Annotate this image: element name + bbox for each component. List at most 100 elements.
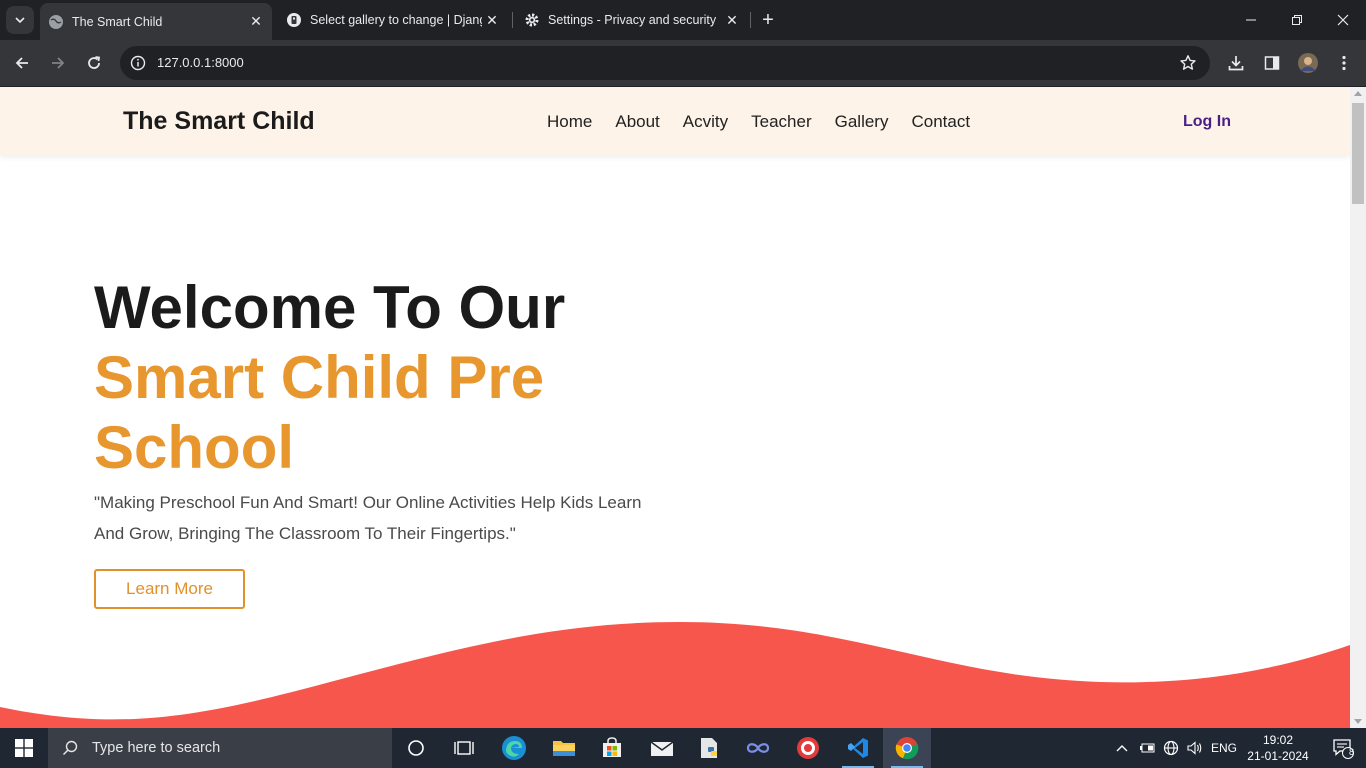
volume-tray[interactable] xyxy=(1184,728,1206,768)
taskbar-notepad-python[interactable] xyxy=(686,728,734,768)
tab-search-button[interactable] xyxy=(6,6,34,34)
site-brand[interactable]: The Smart Child xyxy=(123,107,315,136)
hero-paragraph: "Making Preschool Fun And Smart! Our Onl… xyxy=(94,493,642,543)
taskbar-vscode[interactable] xyxy=(834,728,882,768)
battery-icon xyxy=(1140,743,1155,753)
kebab-menu-icon xyxy=(1342,55,1346,71)
nav-activity[interactable]: Acvity xyxy=(683,112,728,132)
nav-gallery[interactable]: Gallery xyxy=(835,112,889,132)
side-panel-button[interactable] xyxy=(1258,49,1286,77)
chevron-down-icon xyxy=(15,17,25,24)
red-app-icon xyxy=(797,737,819,759)
chrome-icon xyxy=(895,737,919,760)
tab-separator xyxy=(512,12,513,28)
taskbar-chrome[interactable] xyxy=(883,728,931,768)
close-window-button[interactable] xyxy=(1320,0,1366,40)
vscode-icon xyxy=(848,738,868,758)
taskbar-mail[interactable] xyxy=(638,728,686,768)
close-icon[interactable]: ✕ xyxy=(722,10,742,30)
search-icon xyxy=(62,740,78,756)
clock[interactable]: 19:02 21-01-2024 xyxy=(1240,732,1316,764)
globe-icon xyxy=(1163,740,1179,756)
windows-logo-icon xyxy=(15,739,33,757)
windows-taskbar: Type here to search ENG 19:02 21-01-2024… xyxy=(0,728,1366,768)
clock-time: 19:02 xyxy=(1262,733,1294,747)
taskbar-edge[interactable] xyxy=(490,728,538,768)
minimize-button[interactable] xyxy=(1228,0,1274,40)
login-link[interactable]: Log In xyxy=(1183,113,1231,131)
url-text[interactable]: 127.0.0.1:8000 xyxy=(157,55,244,70)
taskbar-infinity-app[interactable] xyxy=(734,728,782,768)
task-view-button[interactable] xyxy=(440,728,488,768)
show-hidden-icons[interactable] xyxy=(1112,728,1132,768)
close-icon[interactable]: ✕ xyxy=(482,10,502,30)
notification-count: 8 xyxy=(1348,747,1354,757)
cortana-button[interactable] xyxy=(392,728,440,768)
reload-button[interactable] xyxy=(80,49,108,77)
language-indicator[interactable]: ENG xyxy=(1208,728,1240,768)
tab-title: Settings - Privacy and security xyxy=(548,13,717,27)
taskbar-search-box[interactable]: Type here to search xyxy=(48,728,392,768)
close-icon[interactable]: ✕ xyxy=(246,12,266,32)
globe-icon xyxy=(48,14,64,30)
page-viewport: The Smart Child Home About Acvity Teache… xyxy=(0,87,1366,728)
arrow-left-icon xyxy=(15,57,28,69)
back-button[interactable] xyxy=(8,49,36,77)
downloads-button[interactable] xyxy=(1222,49,1250,77)
scroll-up-arrow-icon[interactable] xyxy=(1354,91,1362,96)
store-icon xyxy=(603,737,621,757)
menu-button[interactable] xyxy=(1330,49,1358,77)
tab-settings[interactable]: Settings - Privacy and security ✕ xyxy=(516,0,748,40)
scroll-thumb[interactable] xyxy=(1352,103,1364,204)
clock-date: 21-01-2024 xyxy=(1247,749,1309,763)
chevron-up-icon xyxy=(1116,745,1128,752)
infinity-icon xyxy=(746,743,770,753)
taskbar-chrome-dev[interactable] xyxy=(784,728,832,768)
tab-title: Select gallery to change | Djang xyxy=(310,13,482,27)
nav-contact[interactable]: Contact xyxy=(911,112,970,132)
nav-teacher[interactable]: Teacher xyxy=(751,112,811,132)
forward-button[interactable] xyxy=(44,49,72,77)
restore-icon xyxy=(1292,15,1302,25)
profile-avatar[interactable] xyxy=(1294,49,1322,77)
tab-django-gallery[interactable]: Select gallery to change | Djang ✕ xyxy=(278,0,508,40)
bookmark-star-icon[interactable] xyxy=(1178,53,1198,73)
taskbar-search-placeholder: Type here to search xyxy=(92,740,221,756)
hero-subheading: Smart Child Pre School xyxy=(94,344,545,481)
hero-heading: Welcome To Our xyxy=(94,274,566,341)
notification-center[interactable]: 8 xyxy=(1320,728,1366,768)
folder-icon xyxy=(553,741,575,756)
learn-more-button[interactable]: Learn More xyxy=(94,569,245,609)
tab-title: The Smart Child xyxy=(72,14,163,29)
browser-toolbar: 127.0.0.1:8000 xyxy=(0,40,1366,86)
side-panel-icon xyxy=(1264,56,1280,70)
cortana-icon xyxy=(408,740,424,756)
task-view-icon xyxy=(454,741,474,755)
scroll-down-arrow-icon[interactable] xyxy=(1354,719,1362,724)
download-icon xyxy=(1228,56,1244,71)
edge-icon xyxy=(502,736,526,760)
python-file-icon xyxy=(701,738,717,758)
decorative-wave xyxy=(0,622,1350,728)
start-button[interactable] xyxy=(0,728,48,768)
address-bar[interactable]: 127.0.0.1:8000 xyxy=(120,46,1210,80)
restore-button[interactable] xyxy=(1274,0,1320,40)
page-scrollbar[interactable] xyxy=(1350,87,1366,728)
taskbar-store[interactable] xyxy=(588,728,636,768)
close-icon xyxy=(1337,14,1349,26)
taskbar-file-explorer[interactable] xyxy=(540,728,588,768)
nav-home[interactable]: Home xyxy=(547,112,592,132)
arrow-right-icon xyxy=(52,57,65,69)
new-tab-button[interactable]: + xyxy=(756,8,780,32)
mail-icon xyxy=(650,741,674,756)
tab-smart-child[interactable]: The Smart Child ✕ xyxy=(40,3,272,40)
site-info-icon[interactable] xyxy=(128,53,148,73)
minimize-icon xyxy=(1246,19,1256,21)
battery-tray[interactable] xyxy=(1136,728,1158,768)
site-nav-links: Home About Acvity Teacher Gallery Contac… xyxy=(547,112,970,132)
tab-separator xyxy=(750,12,751,28)
site-navbar: The Smart Child Home About Acvity Teache… xyxy=(0,87,1350,155)
avatar-icon xyxy=(1298,53,1318,73)
network-tray[interactable] xyxy=(1160,728,1182,768)
nav-about[interactable]: About xyxy=(615,112,659,132)
